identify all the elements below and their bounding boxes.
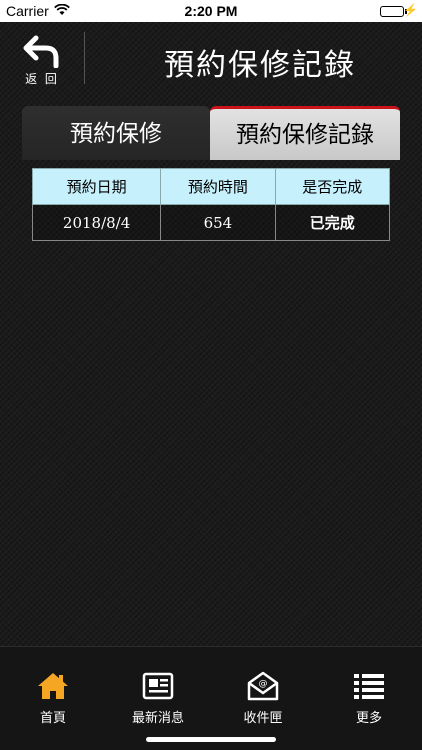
back-button[interactable]: 返 回 xyxy=(18,34,66,90)
tab-repair-booking[interactable]: 預約保修 xyxy=(22,106,210,160)
charging-icon: ⚡ xyxy=(403,3,418,17)
tabbar-item-inbox[interactable]: @ 收件匣 xyxy=(223,671,303,726)
battery-icon xyxy=(380,6,404,17)
back-label: 返 回 xyxy=(25,72,59,86)
clock: 2:20 PM xyxy=(184,3,238,19)
cell-time: 654 xyxy=(160,204,276,241)
list-icon xyxy=(354,674,384,699)
tabbar-item-news[interactable]: 最新消息 xyxy=(118,671,198,726)
bottom-tab-bar: 首頁 最新消息 @ 收件匣 更多 xyxy=(0,646,422,750)
tabbar-item-home[interactable]: 首頁 xyxy=(13,671,93,726)
back-arrow-icon xyxy=(23,35,59,68)
column-header-time: 預約時間 xyxy=(160,168,276,205)
records-table: 預約日期 預約時間 是否完成 2018/8/4 654 已完成 xyxy=(31,168,391,241)
mail-icon: @ xyxy=(247,671,279,701)
tabbar-label-more: 更多 xyxy=(355,711,382,726)
svg-text:@: @ xyxy=(259,679,268,689)
tabbar-label-home: 首頁 xyxy=(39,711,66,726)
home-indicator xyxy=(146,737,276,742)
column-header-completed: 是否完成 xyxy=(274,168,391,205)
tabbar-label-inbox: 收件匣 xyxy=(243,711,283,726)
home-icon xyxy=(38,673,68,699)
status-bar: Carrier 2:20 PM ⚡ xyxy=(0,0,422,22)
tab-repair-booking-records[interactable]: 預約保修記錄 xyxy=(210,106,400,160)
cell-completed: 已完成 xyxy=(274,204,391,241)
page-title: 預約保修記錄 xyxy=(164,48,356,83)
table-row[interactable]: 2018/8/4 654 已完成 xyxy=(31,204,391,241)
header-divider xyxy=(84,32,85,84)
cell-date: 2018/8/4 xyxy=(31,204,162,241)
tabbar-item-more[interactable]: 更多 xyxy=(329,671,409,726)
table-header-row: 預約日期 預約時間 是否完成 xyxy=(31,168,391,205)
tab-bar: 預約保修 預約保修記錄 xyxy=(22,106,400,160)
tabbar-label-news: 最新消息 xyxy=(131,711,184,726)
column-header-date: 預約日期 xyxy=(31,168,162,205)
newspaper-icon xyxy=(142,672,174,700)
